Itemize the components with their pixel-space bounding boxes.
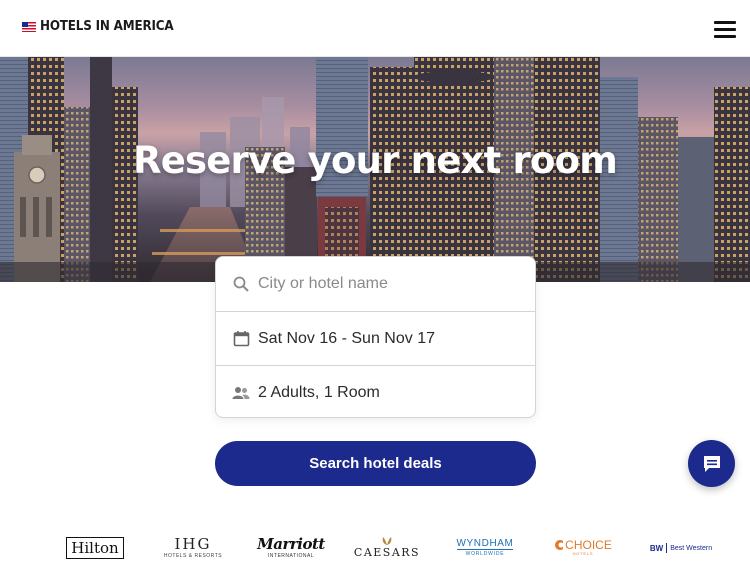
guests-icon (232, 384, 250, 402)
us-flag-icon (22, 21, 36, 32)
marriott-logo[interactable]: Marriott INTERNATIONAL (256, 533, 326, 563)
marriott-logo-subtext: INTERNATIONAL (267, 552, 315, 559)
guests-field[interactable]: 2 Adults, 1 Room (216, 365, 535, 417)
wyndham-logo-text: WYNDHAM (456, 538, 514, 550)
wyndham-logo-subtext: WORLDWIDE (465, 551, 505, 557)
destination-field[interactable] (216, 257, 535, 311)
best-western-divider (666, 543, 668, 553)
ihg-logo-text: IHG (174, 534, 212, 553)
best-western-logo[interactable]: BW Best Western (646, 533, 716, 563)
caesars-logo-text: CAESARS (353, 546, 421, 559)
hilton-logo[interactable]: Hilton (64, 533, 126, 563)
best-western-name: Best Western (670, 544, 713, 552)
calendar-icon (232, 330, 250, 348)
dates-field[interactable]: Sat Nov 16 - Sun Nov 17 (216, 311, 535, 365)
chat-icon[interactable] (688, 440, 735, 487)
logo-text: HOTELS IN AMERICA (40, 19, 174, 34)
guests-value: 2 Adults, 1 Room (258, 383, 380, 401)
site-logo[interactable]: HOTELS IN AMERICA (22, 19, 185, 34)
choice-mark-icon (555, 540, 564, 550)
search-icon (232, 275, 250, 293)
wyndham-logo[interactable]: WYNDHAM WORLDWIDE (450, 533, 520, 563)
destination-input[interactable] (258, 275, 508, 293)
site-header: HOTELS IN AMERICA (0, 0, 750, 57)
search-hotel-deals-button[interactable]: Search hotel deals (215, 441, 536, 486)
hero-banner: Reserve your next room (0, 57, 750, 282)
choice-logo-subtext: HOTELS (572, 551, 594, 556)
choice-logo[interactable]: CHOICE HOTELS (548, 533, 618, 563)
ihg-logo-subtext: HOTELS & RESORTS (163, 552, 223, 559)
ihg-logo[interactable]: IHG HOTELS & RESORTS (160, 533, 226, 563)
hamburger-menu-icon[interactable] (712, 19, 738, 39)
best-western-mark: BW (649, 543, 664, 553)
hilton-logo-text: Hilton (66, 537, 124, 559)
search-form: Sat Nov 16 - Sun Nov 17 2 Adults, 1 Room (215, 256, 536, 418)
laurel-icon (382, 537, 392, 545)
hero-title: Reserve your next room (133, 139, 618, 182)
caesars-logo[interactable]: CAESARS (352, 533, 422, 563)
choice-logo-text: CHOICE (565, 538, 612, 552)
dates-value: Sat Nov 16 - Sun Nov 17 (258, 329, 435, 347)
marriott-logo-text: Marriott (257, 534, 325, 553)
